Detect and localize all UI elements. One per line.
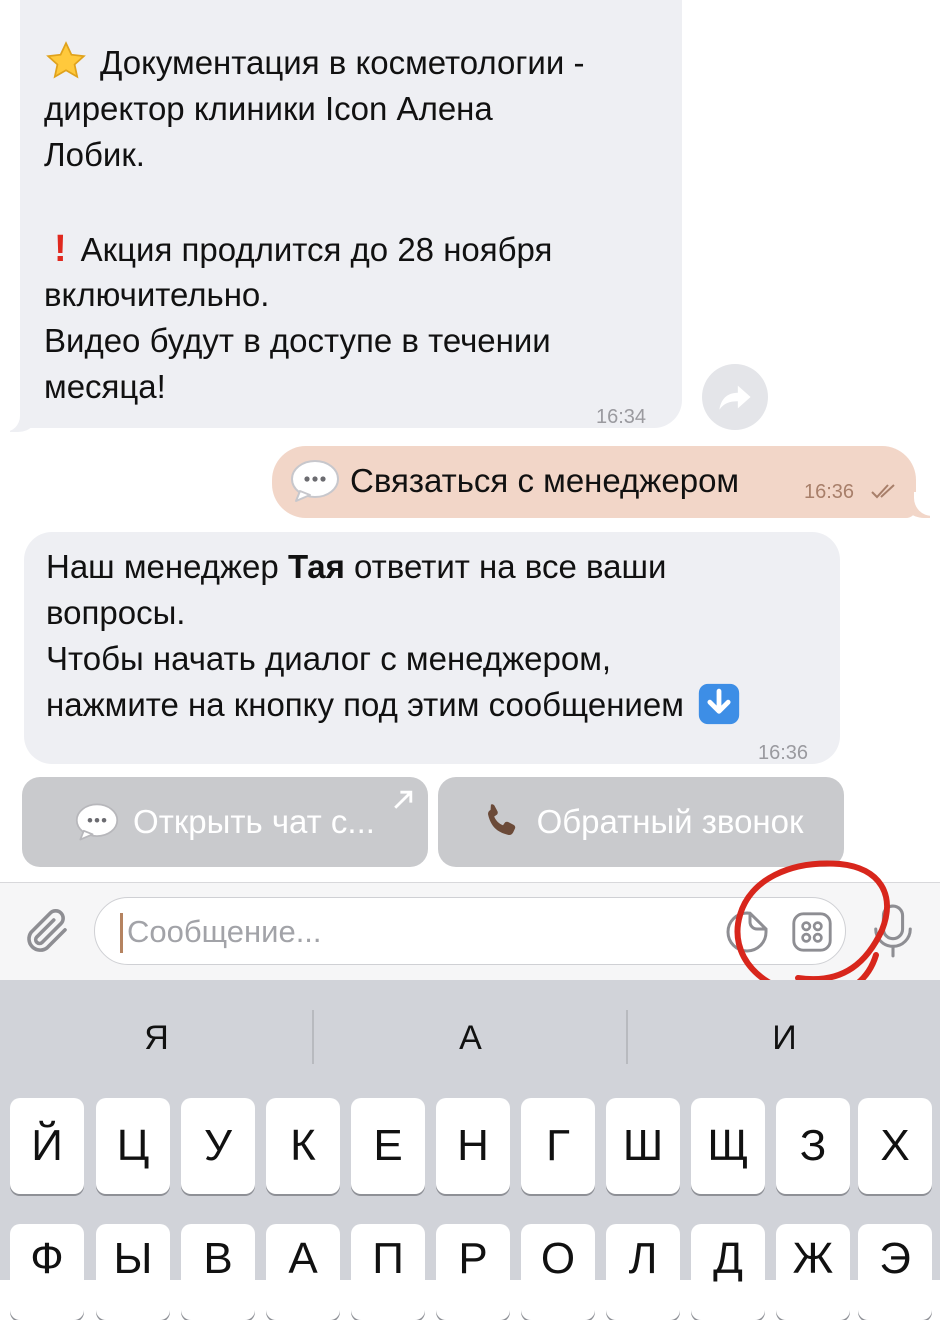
callback-button[interactable]: Обратный звонок [438,777,844,867]
reply-text-1a: Наш менеджер [46,548,288,585]
promo-line-2: директор клиники Icon Алена [44,90,493,127]
speech-bubble-icon [291,460,339,502]
key[interactable]: Й [10,1098,84,1194]
double-check-icon [871,484,895,499]
bubble-tail [0,410,40,432]
promo-line-5: включительно. [44,276,270,313]
promo-line-6: Видео будут в доступе в течении [44,322,551,359]
promo-message-bubble[interactable]: Документация в косметологии - директор к… [20,0,682,428]
outgoing-message-bubble[interactable]: Связаться с менеджером 16:36 [272,446,916,518]
promo-line-3: Лобик. [44,136,145,173]
reply-text-4: нажмите на кнопку под этим сообщением [46,686,684,723]
key[interactable]: Ф [10,1224,84,1320]
promo-line-1: Документация в косметологии - [44,40,584,86]
key[interactable]: О [521,1224,595,1320]
reply-line-3: Чтобы начать диалог с менеджером, [46,640,612,677]
message-time: 16:34 [596,406,647,428]
paperclip-icon[interactable] [20,903,74,959]
forward-icon [719,385,751,410]
key[interactable]: Д [691,1224,765,1320]
exclamation-icon: ! [54,228,67,270]
promo-line-4: ! Акция продлится до 28 ноября [44,226,552,273]
bot-menu-icon[interactable] [789,909,835,955]
reply-line-1: Наш менеджер Тая ответит на все ваши [46,544,666,590]
suggestion-3[interactable]: И [628,980,940,1096]
key[interactable]: Р [436,1224,510,1320]
message-time: 16:36 [758,742,809,764]
key[interactable]: З [776,1098,850,1194]
keyboard: Я А И Й Ц У К Е Н Г Ш Щ З Х Ф Ы В А П Р … [0,980,940,1320]
key[interactable]: Щ [691,1098,765,1194]
key[interactable]: Г [521,1098,595,1194]
key[interactable]: Н [436,1098,510,1194]
reply-line-2: вопросы. [46,594,186,631]
suggestion-1[interactable]: Я [0,980,313,1096]
promo-text-4: Акция продлится до 28 ноября [80,231,553,268]
message-input-field[interactable] [94,897,846,965]
key[interactable]: Л [606,1224,680,1320]
outgoing-text: Связаться с менеджером [350,462,740,499]
suggestion-2[interactable]: А [314,980,627,1096]
sticker-icon[interactable] [723,908,771,956]
key[interactable]: Ш [606,1098,680,1194]
speech-bubble-icon [75,803,119,841]
callback-label: Обратный звонок [536,803,804,840]
message-composer [0,882,940,981]
down-arrow-icon [698,683,740,725]
key[interactable]: Э [858,1224,932,1320]
key[interactable]: Ц [96,1098,170,1194]
key[interactable]: П [351,1224,425,1320]
open-chat-button[interactable]: Открыть чат с... [22,777,428,867]
forward-button[interactable] [702,364,768,430]
chat-area: Документация в косметологии - директор к… [0,0,940,882]
key[interactable]: В [181,1224,255,1320]
key[interactable]: Ы [96,1224,170,1320]
message-time: 16:36 [804,481,855,503]
key[interactable]: Х [858,1098,932,1194]
reply-text-1b: ответит на все ваши [344,548,667,585]
key[interactable]: У [181,1098,255,1194]
phone-icon [487,804,515,835]
reply-message-bubble[interactable]: Наш менеджер Тая ответит на все ваши воп… [24,532,840,764]
microphone-icon[interactable] [870,901,916,961]
reply-line-4: нажмите на кнопку под этим сообщением [46,682,741,728]
promo-text-1: Документация в косметологии - [100,44,585,81]
key[interactable]: Ж [776,1224,850,1320]
key[interactable]: К [266,1098,340,1194]
external-link-icon [394,790,413,809]
open-chat-label: Открыть чат с... [133,803,375,840]
key[interactable]: А [266,1224,340,1320]
promo-line-7: месяца! [44,368,166,405]
text-caret [120,913,123,953]
message-input[interactable] [125,904,719,960]
key[interactable]: Е [351,1098,425,1194]
manager-name: Тая [287,548,345,585]
star-icon [46,41,86,79]
